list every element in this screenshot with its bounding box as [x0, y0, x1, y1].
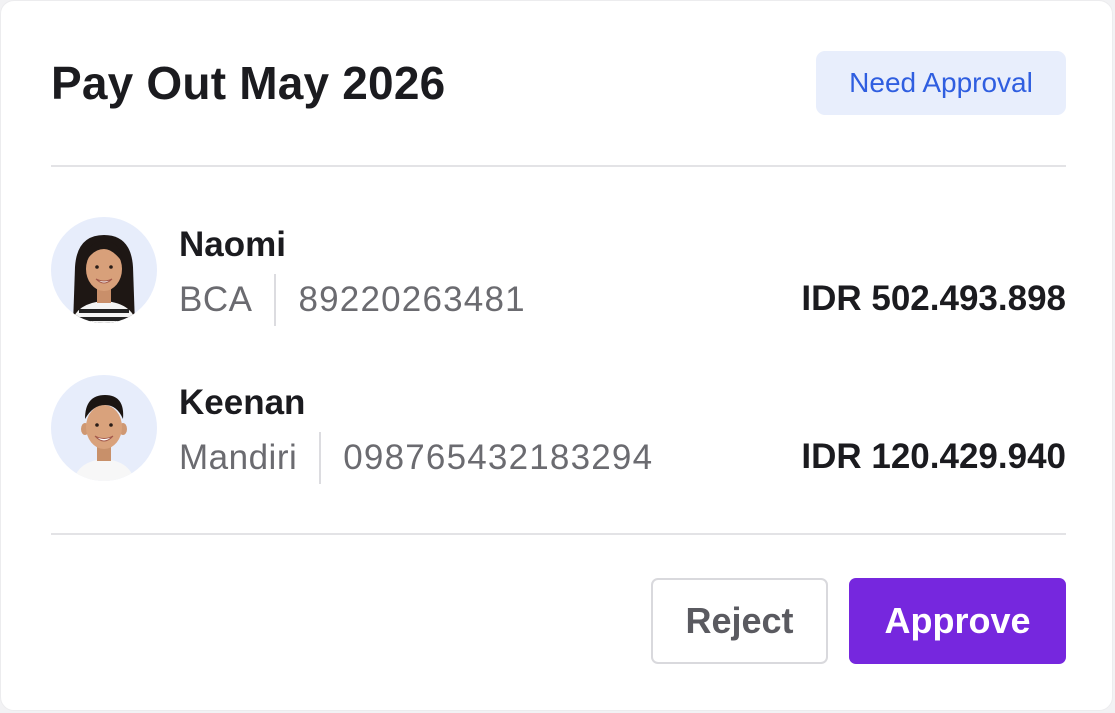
footer-divider [51, 533, 1066, 535]
account-number: 098765432183294 [343, 438, 654, 477]
card-header: Pay Out May 2026 Need Approval [51, 51, 1066, 115]
woman-avatar-icon [51, 217, 157, 323]
bank-details: Mandiri 098765432183294 [179, 432, 654, 484]
bank-divider [274, 274, 277, 326]
man-avatar-icon [51, 375, 157, 481]
list-item: Naomi BCA 89220263481 IDR 502.493.898 [51, 217, 1066, 326]
payout-amount: IDR 120.429.940 [801, 437, 1066, 476]
account-number: 89220263481 [298, 280, 526, 319]
payee-name: Naomi [179, 225, 286, 264]
approve-button[interactable]: Approve [849, 578, 1066, 664]
bank-name: Mandiri [179, 438, 298, 477]
bank-divider [319, 432, 322, 484]
header-divider [51, 165, 1066, 167]
status-badge: Need Approval [816, 51, 1066, 115]
list-item: Keenan Mandiri 098765432183294 IDR 120.4… [51, 375, 1066, 484]
bank-name: BCA [179, 280, 253, 319]
page-title: Pay Out May 2026 [51, 57, 446, 109]
payout-amount: IDR 502.493.898 [801, 279, 1066, 318]
bank-details: BCA 89220263481 [179, 274, 526, 326]
payee-name: Keenan [179, 383, 306, 422]
payout-approval-card: Pay Out May 2026 Need Approval Naomi BCA… [0, 0, 1113, 711]
reject-button[interactable]: Reject [651, 578, 828, 664]
